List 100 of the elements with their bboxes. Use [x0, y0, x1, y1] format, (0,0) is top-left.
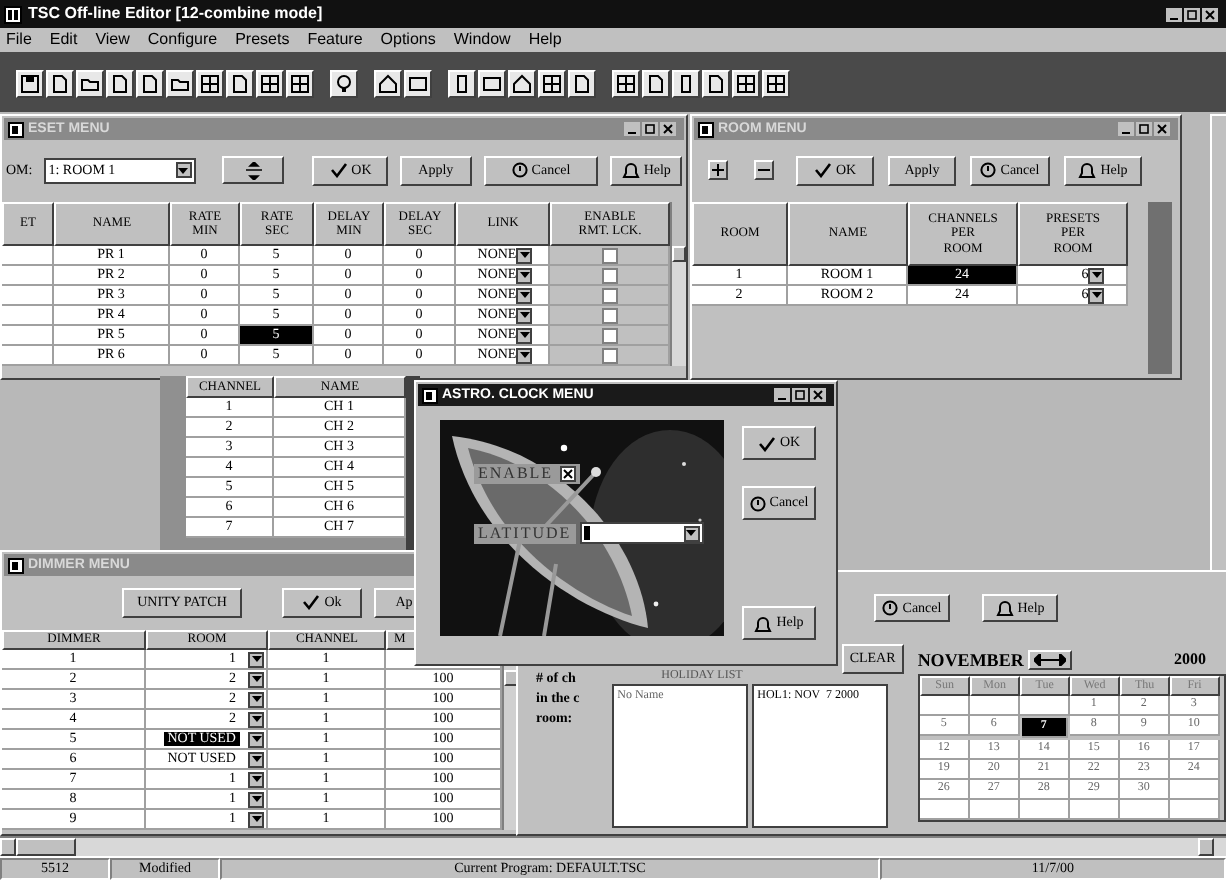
spinner-button[interactable]	[221, 156, 285, 184]
menu-item[interactable]: Help	[528, 32, 562, 48]
latitude-dropdown[interactable]	[579, 522, 704, 544]
toolbar-button[interactable]	[46, 70, 74, 98]
checkbox[interactable]	[559, 466, 576, 482]
dropdown-button[interactable]	[248, 771, 264, 787]
checkbox[interactable]	[601, 287, 617, 303]
toolbar-button[interactable]	[568, 70, 596, 98]
menu-item[interactable]: Edit	[49, 32, 78, 48]
dropdown-button[interactable]	[248, 791, 264, 807]
close-icon	[810, 388, 826, 402]
toolbar-button[interactable]	[478, 70, 506, 98]
check-icon	[757, 435, 776, 451]
down-arrow-icon	[251, 676, 261, 682]
toolbar-button[interactable]	[538, 70, 566, 98]
grid-icon	[200, 74, 220, 94]
toolbar-button[interactable]	[76, 70, 104, 98]
toolbar-button[interactable]	[136, 70, 164, 98]
add-button[interactable]	[708, 160, 728, 180]
dropdown-button[interactable]	[248, 691, 264, 707]
calendar-cell[interactable]	[969, 696, 1020, 716]
menu-item[interactable]: View	[95, 32, 130, 48]
calendar-cell[interactable]	[1119, 800, 1170, 820]
plus-icon	[712, 164, 724, 176]
dropdown-button[interactable]	[683, 525, 700, 541]
maximize-icon	[792, 388, 808, 402]
toolbar-button[interactable]	[702, 70, 730, 98]
down-arrow-icon	[519, 292, 530, 298]
toolbar-button[interactable]	[256, 70, 284, 98]
toolbar-button[interactable]	[732, 70, 760, 98]
horizontal-scrollbar[interactable]	[0, 836, 1226, 856]
dropdown-button[interactable]	[248, 751, 264, 767]
grid-icon	[290, 74, 310, 94]
checkbox[interactable]	[601, 267, 617, 283]
stop-icon	[882, 600, 899, 616]
calendar-cell[interactable]	[919, 696, 970, 716]
toolbar-button[interactable]	[448, 70, 476, 98]
toolbar-button[interactable]	[672, 70, 700, 98]
maximize-icon	[1184, 7, 1200, 21]
remove-button[interactable]	[754, 160, 774, 180]
down-arrow-icon	[519, 352, 530, 358]
dropdown-button[interactable]	[516, 247, 533, 263]
calendar-cell[interactable]	[969, 800, 1020, 820]
menu-item[interactable]: Feature	[307, 32, 363, 48]
dropdown-button[interactable]	[1088, 267, 1105, 283]
checkbox[interactable]	[601, 307, 617, 323]
close-icon	[1154, 122, 1170, 136]
menu-item[interactable]: File	[6, 32, 32, 48]
toolbar-button[interactable]	[508, 70, 536, 98]
document-icon	[572, 74, 592, 94]
toolbar-button[interactable]	[226, 70, 254, 98]
dropdown-button[interactable]	[175, 162, 192, 178]
dropdown-button[interactable]	[516, 307, 533, 323]
panel-icon	[482, 74, 502, 94]
toolbar-button[interactable]	[642, 70, 670, 98]
toolbar-button[interactable]	[404, 70, 432, 98]
toolbar-button[interactable]	[286, 70, 314, 98]
app-icon	[4, 5, 22, 23]
menu-item[interactable]: Presets	[235, 32, 290, 48]
toolbar-button[interactable]	[16, 70, 44, 98]
document-icon	[706, 74, 726, 94]
month-arrows-button[interactable]	[1027, 650, 1072, 670]
dropdown-button[interactable]	[248, 731, 264, 747]
calendar-cell[interactable]	[1169, 780, 1220, 800]
vertical-scrollbar[interactable]	[670, 202, 686, 366]
document-icon	[50, 74, 70, 94]
checkbox[interactable]	[601, 347, 617, 363]
dropdown-button[interactable]	[248, 811, 264, 827]
calendar-cell[interactable]	[1169, 800, 1220, 820]
window-app-icon	[698, 121, 714, 137]
toolbar-button[interactable]	[196, 70, 224, 98]
toolbar-button[interactable]	[762, 70, 790, 98]
maximize-icon	[1136, 122, 1152, 136]
dropdown-button[interactable]	[248, 711, 264, 727]
toolbar-button[interactable]	[374, 70, 402, 98]
dropdown-button[interactable]	[248, 671, 264, 687]
toolbar-button[interactable]	[106, 70, 134, 98]
calendar-cell[interactable]	[919, 800, 970, 820]
toolbar-button[interactable]	[166, 70, 194, 98]
menu-item[interactable]: Configure	[147, 32, 218, 48]
dropdown-button[interactable]	[516, 347, 533, 363]
maximize-icon	[642, 122, 658, 136]
toolbar-button[interactable]	[330, 70, 358, 98]
dropdown-button[interactable]	[516, 327, 533, 343]
toolbar-button[interactable]	[612, 70, 640, 98]
menu-item[interactable]: Window	[453, 32, 511, 48]
bar-icon	[452, 74, 472, 94]
down-arrow-icon	[178, 167, 189, 173]
dropdown-button[interactable]	[516, 287, 533, 303]
dropdown-button[interactable]	[1088, 287, 1105, 303]
checkbox[interactable]	[601, 247, 617, 263]
dropdown-button[interactable]	[516, 267, 533, 283]
down-arrow-icon	[686, 530, 697, 536]
calendar-cell[interactable]	[1019, 800, 1070, 820]
calendar-cell[interactable]	[1019, 696, 1070, 716]
dropdown-button[interactable]	[248, 651, 264, 667]
bar-icon	[676, 74, 696, 94]
checkbox[interactable]	[601, 327, 617, 343]
menu-item[interactable]: Options	[380, 32, 436, 48]
calendar-cell[interactable]	[1069, 800, 1120, 820]
